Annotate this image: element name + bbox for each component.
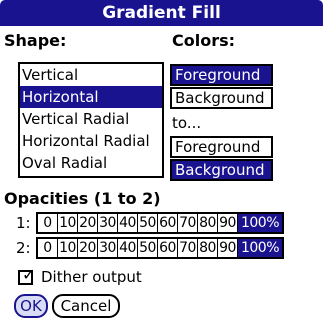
from-foreground-button[interactable]: Foreground <box>170 64 273 86</box>
cancel-button[interactable]: Cancel <box>52 294 120 318</box>
opacity-1-option[interactable]: 70 <box>178 214 198 232</box>
opacity-1-option[interactable]: 90 <box>218 214 238 232</box>
opacity-2-option[interactable]: 90 <box>218 239 238 257</box>
opacity-1-option[interactable]: 50 <box>138 214 158 232</box>
opacity-2-option[interactable]: 60 <box>158 239 178 257</box>
shape-heading: Shape: <box>4 31 67 50</box>
opacity-1-selector: 0 10 20 30 40 50 60 70 80 90 100% <box>36 212 284 234</box>
opacity-1-option[interactable]: 80 <box>198 214 218 232</box>
opacity-row-2: 2: 0 10 20 30 40 50 60 70 80 90 100% <box>16 237 284 259</box>
opacity-2-option[interactable]: 40 <box>118 239 138 257</box>
opacity-2-option[interactable]: 30 <box>98 239 118 257</box>
opacity-row-1-label: 1: <box>16 214 31 232</box>
opacity-row-2-label: 2: <box>16 239 31 257</box>
opacity-1-option[interactable]: 60 <box>158 214 178 232</box>
opacity-row-1: 1: 0 10 20 30 40 50 60 70 80 90 100% <box>16 212 284 234</box>
ok-button[interactable]: OK <box>14 294 48 318</box>
opacity-1-option[interactable]: 20 <box>78 214 98 232</box>
opacity-1-option-selected[interactable]: 100% <box>238 214 282 232</box>
opacity-2-option-selected[interactable]: 100% <box>238 239 282 257</box>
opacity-2-option[interactable]: 10 <box>58 239 78 257</box>
opacity-2-option[interactable]: 70 <box>178 239 198 257</box>
opacity-2-option[interactable]: 80 <box>198 239 218 257</box>
opacity-2-option[interactable]: 0 <box>38 239 58 257</box>
opacity-1-option[interactable]: 0 <box>38 214 58 232</box>
check-icon: ✓ <box>22 264 36 284</box>
dialog-title: Gradient Fill <box>0 0 323 26</box>
opacity-2-selector: 0 10 20 30 40 50 60 70 80 90 100% <box>36 237 284 259</box>
opacity-1-option[interactable]: 10 <box>58 214 78 232</box>
shape-list: Vertical Horizontal Vertical Radial Hori… <box>18 62 164 178</box>
shape-item-vertical-radial[interactable]: Vertical Radial <box>20 108 162 130</box>
dither-label: Dither output <box>41 268 142 286</box>
from-background-button[interactable]: Background <box>170 87 273 109</box>
opacity-1-option[interactable]: 40 <box>118 214 138 232</box>
dither-option: ✓ Dither output <box>18 264 142 286</box>
opacity-2-option[interactable]: 50 <box>138 239 158 257</box>
to-foreground-button[interactable]: Foreground <box>170 136 273 158</box>
to-label: to... <box>172 114 202 132</box>
dither-checkbox[interactable]: ✓ <box>18 264 36 285</box>
shape-item-horizontal[interactable]: Horizontal <box>20 86 162 108</box>
opacity-2-option[interactable]: 20 <box>78 239 98 257</box>
opacity-1-option[interactable]: 30 <box>98 214 118 232</box>
shape-item-vertical[interactable]: Vertical <box>20 64 162 86</box>
to-background-button[interactable]: Background <box>170 159 273 181</box>
opacities-heading: Opacities (1 to 2) <box>4 189 161 208</box>
shape-item-oval-radial[interactable]: Oval Radial <box>20 152 162 174</box>
shape-item-horizontal-radial[interactable]: Horizontal Radial <box>20 130 162 152</box>
colors-heading: Colors: <box>172 31 236 50</box>
